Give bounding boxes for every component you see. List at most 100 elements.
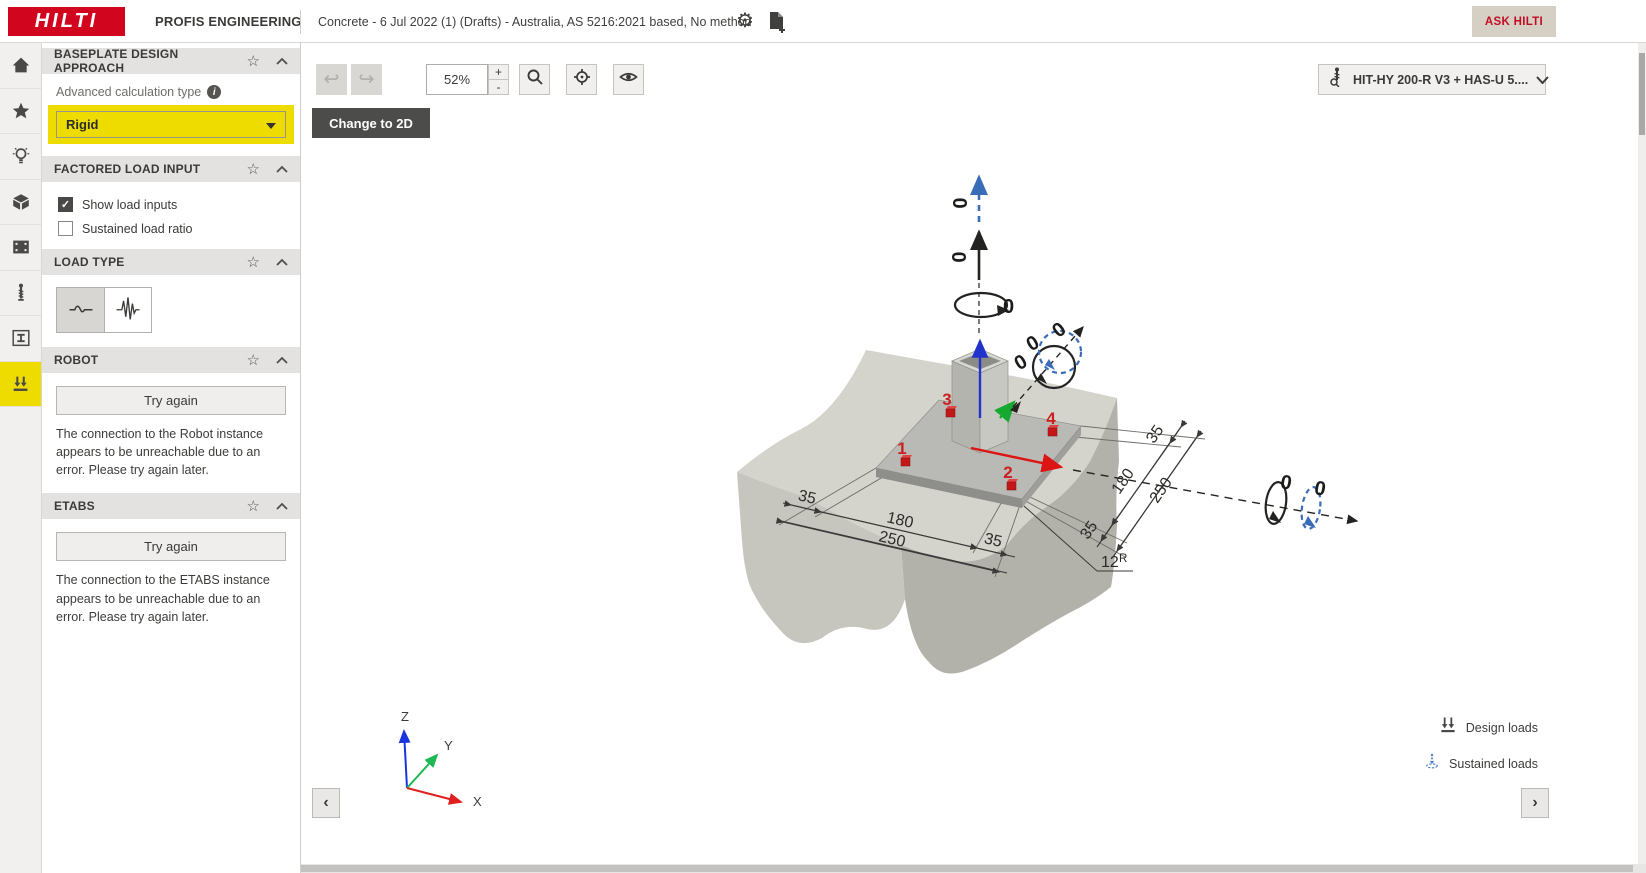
dropdown-caret-icon xyxy=(266,116,276,134)
axis-x-label: X xyxy=(473,794,482,809)
next-view-button[interactable]: › xyxy=(1521,788,1549,818)
section-robot[interactable]: ROBOT ☆ xyxy=(42,347,300,373)
top-bar: HILTI PROFIS ENGINEERING Concrete - 6 Ju… xyxy=(0,0,1646,43)
new-document-icon[interactable] xyxy=(768,11,787,38)
model-canvas[interactable]: 35 180 35 250 35 180 35 250 12 R 1 2 3 4… xyxy=(301,43,1646,873)
svg-text:0: 0 xyxy=(1279,471,1294,495)
etabs-try-again-button[interactable]: Try again xyxy=(56,532,286,562)
visibility-button[interactable] xyxy=(613,64,644,95)
static-load-icon xyxy=(66,293,96,328)
target-icon xyxy=(573,68,591,91)
section-title: ROBOT xyxy=(54,353,99,367)
left-panel: BASEPLATE DESIGN APPROACH ☆ Advanced cal… xyxy=(42,43,301,873)
calculation-type-dropdown[interactable]: Rigid xyxy=(56,111,286,138)
section-title: FACTORED LOAD INPUT xyxy=(54,162,201,176)
settings-gear-icon[interactable]: ⚙ xyxy=(736,11,754,31)
horizontal-scrollbar[interactable] xyxy=(301,864,1646,873)
favorite-star-icon[interactable]: ☆ xyxy=(247,351,260,369)
load-legend: Design loads Sustained loads xyxy=(1423,715,1538,787)
previous-view-button[interactable]: ‹ xyxy=(312,788,340,818)
seismic-load-icon xyxy=(113,293,143,328)
design-loads-icon xyxy=(1438,715,1458,740)
collapse-chevron-icon[interactable] xyxy=(276,165,288,173)
section-load-type[interactable]: LOAD TYPE ☆ xyxy=(42,249,300,275)
favorite-star-icon[interactable]: ☆ xyxy=(247,253,260,271)
eye-icon xyxy=(619,70,638,89)
collapse-chevron-icon[interactable] xyxy=(276,57,288,65)
rail-favorites[interactable] xyxy=(0,89,41,134)
baseplate-icon xyxy=(10,236,32,258)
cube-icon xyxy=(10,191,32,213)
zoom-level-input[interactable] xyxy=(426,64,488,95)
legend-label: Design loads xyxy=(1465,720,1538,735)
svg-text:0: 0 xyxy=(949,251,971,262)
show-load-inputs-checkbox[interactable]: ✓ Show load inputs xyxy=(58,197,300,212)
checkbox-label: Show load inputs xyxy=(82,197,178,212)
canvas-toolbar: ↩ ↪ + - xyxy=(316,64,644,95)
legend-sustained-loads: Sustained loads xyxy=(1423,752,1538,775)
zoom-search-button[interactable] xyxy=(519,64,550,95)
anchor-product-value: HIT-HY 200-R V3 + HAS-U 5.... xyxy=(1353,72,1529,87)
undo-icon: ↩ xyxy=(323,69,340,90)
info-icon[interactable]: i xyxy=(207,85,222,99)
loads-icon xyxy=(10,373,32,395)
static-load-button[interactable] xyxy=(57,288,104,332)
legend-design-loads: Design loads xyxy=(1423,715,1538,740)
favorite-star-icon[interactable]: ☆ xyxy=(247,52,260,70)
magnifier-icon xyxy=(526,68,544,91)
axis-y-label: Y xyxy=(444,738,453,753)
z-load-group[interactable]: 0 0 0 xyxy=(949,174,1014,335)
section-baseplate-design-approach[interactable]: BASEPLATE DESIGN APPROACH ☆ xyxy=(42,47,300,75)
rail-suggestions[interactable] xyxy=(0,134,41,180)
rail-home[interactable] xyxy=(0,43,41,89)
vertical-scrollbar-thumb[interactable] xyxy=(1639,53,1645,135)
svg-text:0: 0 xyxy=(1011,350,1032,375)
star-icon xyxy=(10,100,32,122)
svg-text:0: 0 xyxy=(1048,318,1070,342)
rail-base-material[interactable] xyxy=(0,225,41,271)
change-to-2d-button[interactable]: Change to 2D xyxy=(312,108,430,138)
seismic-load-button[interactable] xyxy=(104,288,151,332)
etabs-error-message: The connection to the ETABS instance app… xyxy=(56,573,270,624)
topbar-divider xyxy=(300,10,301,34)
app-name: PROFIS ENGINEERING xyxy=(155,14,302,29)
svg-text:35: 35 xyxy=(1143,422,1167,446)
section-title: LOAD TYPE xyxy=(54,255,125,269)
favorite-star-icon[interactable]: ☆ xyxy=(247,160,260,178)
collapse-chevron-icon[interactable] xyxy=(276,356,288,364)
axis-z-label: Z xyxy=(401,709,409,724)
svg-text:12: 12 xyxy=(1101,554,1119,571)
svg-text:0: 0 xyxy=(950,197,972,208)
legend-label: Sustained loads xyxy=(1449,756,1538,771)
rail-loads[interactable] xyxy=(0,361,41,407)
checkbox-checked-icon: ✓ xyxy=(58,197,73,212)
sustained-load-ratio-checkbox[interactable]: Sustained load ratio xyxy=(58,221,300,236)
robot-error-message: The connection to the Robot instance app… xyxy=(56,427,264,478)
profis-engineering-app: HILTI PROFIS ENGINEERING Concrete - 6 Ju… xyxy=(0,0,1646,873)
zoom-out-button[interactable]: - xyxy=(488,79,509,95)
hilti-logo[interactable]: HILTI xyxy=(8,7,125,36)
section-factored-load-input[interactable]: FACTORED LOAD INPUT ☆ xyxy=(42,156,300,182)
favorite-star-icon[interactable]: ☆ xyxy=(247,497,260,515)
vertical-scrollbar[interactable] xyxy=(1638,43,1646,873)
collapse-chevron-icon[interactable] xyxy=(276,258,288,266)
lightbulb-icon xyxy=(10,145,32,167)
selector-chevron-down-icon xyxy=(1536,71,1549,89)
home-icon xyxy=(10,54,32,76)
rail-anchor[interactable] xyxy=(0,271,41,316)
horizontal-scrollbar-thumb[interactable] xyxy=(301,865,1633,872)
rail-geometry[interactable] xyxy=(0,180,41,225)
anchor-number: 1 xyxy=(897,439,906,458)
center-view-button[interactable] xyxy=(566,64,597,95)
anchor-product-selector[interactable]: HIT-HY 200-R V3 + HAS-U 5.... xyxy=(1318,64,1549,95)
rail-profile[interactable] xyxy=(0,316,41,362)
robot-try-again-button[interactable]: Try again xyxy=(56,386,286,415)
ibeam-icon xyxy=(10,327,32,349)
undo-button[interactable]: ↩ xyxy=(316,64,347,95)
zoom-in-button[interactable]: + xyxy=(488,64,509,80)
icon-rail xyxy=(0,43,42,873)
collapse-chevron-icon[interactable] xyxy=(276,502,288,511)
section-etabs[interactable]: ETABS ☆ xyxy=(42,493,300,520)
ask-hilti-button[interactable]: ASK HILTI xyxy=(1471,6,1556,37)
redo-button[interactable]: ↪ xyxy=(351,64,382,95)
